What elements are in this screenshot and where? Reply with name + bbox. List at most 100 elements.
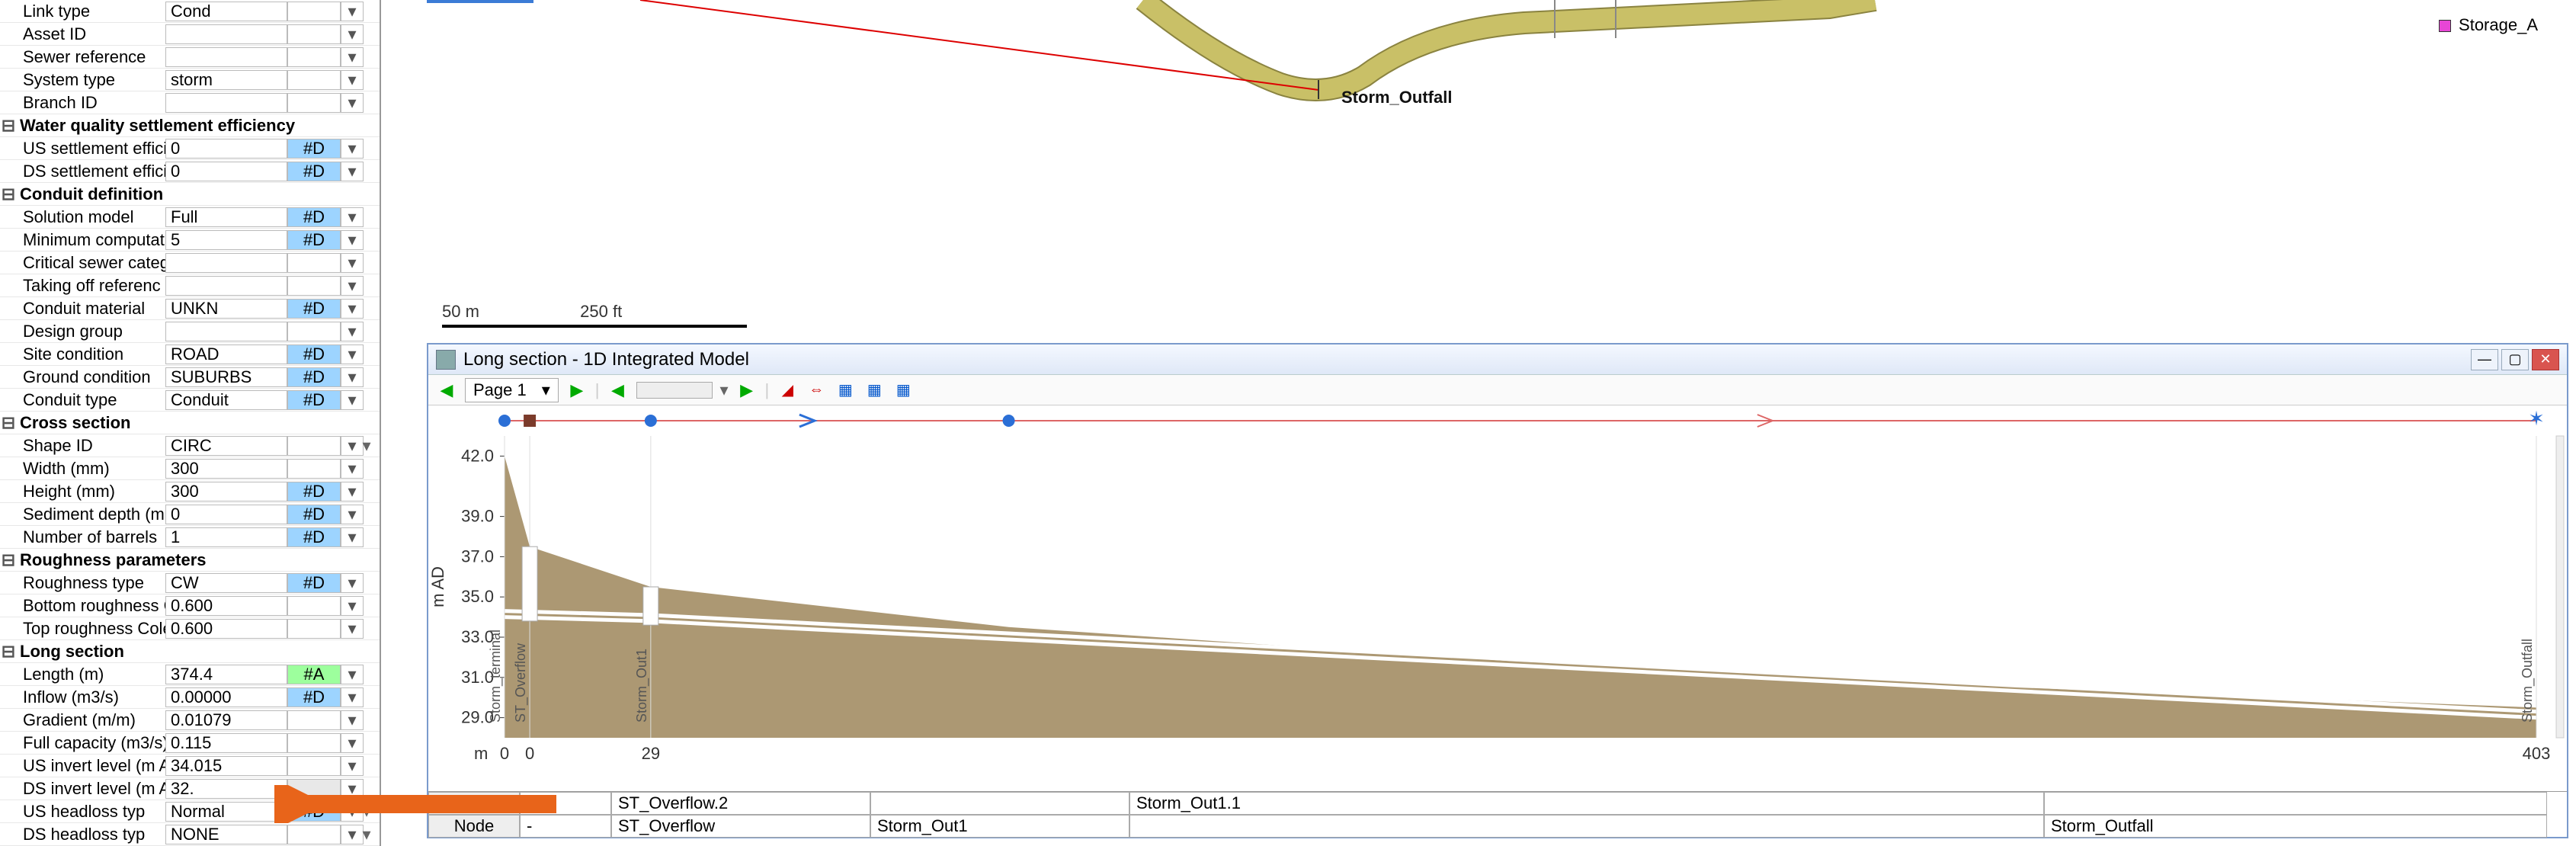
- chevron-down-icon[interactable]: ▾: [341, 619, 364, 639]
- chevron-down-icon[interactable]: ▾: [341, 665, 364, 684]
- chevron-down-icon[interactable]: ▾: [341, 139, 364, 159]
- flag-cell[interactable]: #D: [287, 139, 341, 159]
- grid3-button[interactable]: ▦: [892, 380, 914, 401]
- next-page-button[interactable]: ▶: [566, 380, 588, 401]
- table-cell[interactable]: [870, 792, 1129, 815]
- property-group-header[interactable]: ⊟Roughness parameters: [0, 549, 380, 572]
- property-value-input[interactable]: storm: [165, 70, 287, 90]
- close-button[interactable]: ✕: [2532, 349, 2559, 370]
- flag-cell[interactable]: #D: [287, 344, 341, 364]
- flag-cell[interactable]: [287, 436, 341, 456]
- flag-cell[interactable]: [287, 93, 341, 113]
- chevron-down-icon[interactable]: ▾: [341, 367, 364, 387]
- chevron-down-icon[interactable]: ▾: [341, 299, 364, 319]
- flag-cell[interactable]: #D: [287, 367, 341, 387]
- flag-cell[interactable]: #D: [287, 573, 341, 593]
- flag-cell[interactable]: #D: [287, 390, 341, 410]
- collapse-icon[interactable]: ⊟: [0, 642, 17, 662]
- collapse-icon[interactable]: ⊟: [0, 413, 17, 433]
- property-value-input[interactable]: Conduit: [165, 390, 287, 410]
- flag-cell[interactable]: [287, 276, 341, 296]
- map-area[interactable]: Storm_Outfall Storage_A 50 m 250 ft: [381, 0, 2576, 343]
- table-cell[interactable]: Storm_Out1.1: [1129, 792, 2044, 815]
- property-group-header[interactable]: ⊟Water quality settlement efficiency: [0, 114, 380, 137]
- chevron-down-icon[interactable]: ▾: [341, 482, 364, 502]
- page-selector[interactable]: Page 1 ▾: [465, 378, 559, 402]
- grid2-button[interactable]: ▦: [863, 380, 885, 401]
- property-value-input[interactable]: 374.4: [165, 665, 287, 684]
- property-value-input[interactable]: 0: [165, 139, 287, 159]
- property-value-input[interactable]: 0.115: [165, 733, 287, 753]
- flag-cell[interactable]: [287, 596, 341, 616]
- property-value-input[interactable]: Full: [165, 207, 287, 227]
- prev-step-button[interactable]: ◀: [607, 380, 629, 401]
- property-value-input[interactable]: 300: [165, 459, 287, 479]
- flag-cell[interactable]: #D: [287, 482, 341, 502]
- property-value-input[interactable]: 0.01079: [165, 710, 287, 730]
- collapse-icon[interactable]: ⊟: [0, 550, 17, 570]
- chevron-down-icon[interactable]: ▾: [341, 687, 364, 707]
- flag-cell[interactable]: [287, 253, 341, 273]
- link-button[interactable]: ⇔: [806, 380, 827, 401]
- chevron-down-icon[interactable]: ▾: [341, 70, 364, 90]
- chevron-down-icon[interactable]: ▾: [341, 322, 364, 341]
- property-value-input[interactable]: [165, 276, 287, 296]
- flag-cell[interactable]: [287, 47, 341, 67]
- property-value-input[interactable]: 0: [165, 162, 287, 181]
- chevron-down-icon[interactable]: ▾: [341, 596, 364, 616]
- chevron-down-icon[interactable]: ▾: [341, 527, 364, 547]
- chevron-down-icon[interactable]: ▾: [341, 459, 364, 479]
- property-value-input[interactable]: 0: [165, 505, 287, 524]
- property-value-input[interactable]: SUBURBS: [165, 367, 287, 387]
- flag-cell[interactable]: #D: [287, 527, 341, 547]
- flag-cell[interactable]: [287, 733, 341, 753]
- property-value-input[interactable]: [165, 47, 287, 67]
- flag-cell[interactable]: [287, 779, 341, 799]
- chevron-down-icon[interactable]: ▾: [341, 573, 364, 593]
- chevron-down-icon[interactable]: ▾: [341, 24, 364, 44]
- property-value-input[interactable]: Normal: [165, 802, 287, 822]
- flag-cell[interactable]: [287, 619, 341, 639]
- minimize-button[interactable]: —: [2471, 349, 2498, 370]
- flag-cell[interactable]: [287, 710, 341, 730]
- table-cell[interactable]: ST_Overflow: [611, 815, 870, 838]
- flag-cell[interactable]: [287, 322, 341, 341]
- chevron-down-icon[interactable]: ▾: [341, 207, 364, 227]
- chevron-down-icon[interactable]: ▾: [341, 710, 364, 730]
- property-value-input[interactable]: [165, 322, 287, 341]
- long-section-chart[interactable]: 29.031.033.035.037.039.042.0m ADStorm_te…: [428, 405, 2567, 784]
- property-value-input[interactable]: Cond: [165, 2, 287, 21]
- flag-cell[interactable]: #D: [287, 162, 341, 181]
- maximize-button[interactable]: ▢: [2501, 349, 2529, 370]
- property-value-input[interactable]: [165, 253, 287, 273]
- property-value-input[interactable]: [165, 93, 287, 113]
- chevron-down-icon[interactable]: ▾: [341, 162, 364, 181]
- chart-style-button[interactable]: ◢: [777, 380, 798, 401]
- chevron-down-icon[interactable]: ▾: [341, 93, 364, 113]
- first-page-button[interactable]: ◀: [436, 380, 457, 401]
- flag-cell[interactable]: #D: [287, 230, 341, 250]
- chevron-down-icon[interactable]: ▾: [341, 756, 364, 776]
- grid1-button[interactable]: ▦: [835, 380, 856, 401]
- property-value-input[interactable]: CIRC: [165, 436, 287, 456]
- flag-cell[interactable]: [287, 756, 341, 776]
- table-cell[interactable]: Storm_Outfall: [2044, 815, 2547, 838]
- collapse-icon[interactable]: ⊟: [0, 116, 17, 136]
- chevron-down-icon[interactable]: ▾: [341, 230, 364, 250]
- table-cell[interactable]: -: [520, 792, 611, 815]
- property-value-input[interactable]: [165, 24, 287, 44]
- property-value-input[interactable]: 0.600: [165, 619, 287, 639]
- chevron-down-icon[interactable]: ▾: [341, 344, 364, 364]
- chevron-down-icon[interactable]: ▾: [341, 779, 364, 799]
- chevron-down-icon[interactable]: ▾: [341, 505, 364, 524]
- property-value-input[interactable]: 0.600: [165, 596, 287, 616]
- step-slider[interactable]: [636, 382, 713, 399]
- collapse-icon[interactable]: ⊟: [0, 184, 17, 204]
- property-value-input[interactable]: 32.: [165, 779, 287, 799]
- chevron-down-icon[interactable]: ▾: [341, 276, 364, 296]
- chevron-down-icon[interactable]: ▾: [341, 390, 364, 410]
- property-value-input[interactable]: 34.015: [165, 756, 287, 776]
- property-value-input[interactable]: ROAD: [165, 344, 287, 364]
- property-value-input[interactable]: 300: [165, 482, 287, 502]
- flag-cell[interactable]: #D: [287, 802, 341, 822]
